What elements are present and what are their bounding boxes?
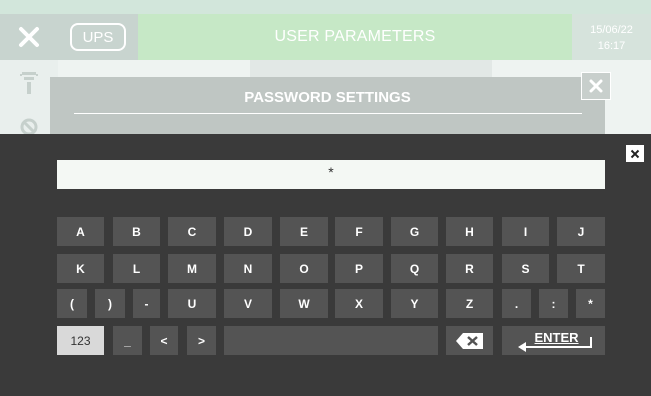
key-colon[interactable]: : (539, 289, 568, 318)
key-x[interactable]: X (335, 289, 383, 318)
date-text: 15/06/22 (590, 24, 633, 36)
key-left[interactable]: < (150, 326, 178, 355)
key-z[interactable]: Z (446, 289, 493, 318)
key-g[interactable]: G (391, 217, 438, 246)
key-u[interactable]: U (168, 289, 216, 318)
key-v[interactable]: V (224, 289, 272, 318)
enter-arrow-icon (517, 336, 592, 352)
key-dot[interactable]: . (502, 289, 531, 318)
app-window: UPS USER PARAMETERS 15/06/22 16:17 PASSW… (0, 0, 651, 396)
key-w[interactable]: W (280, 289, 328, 318)
key-d[interactable]: D (224, 217, 272, 246)
key-a[interactable]: A (57, 217, 104, 246)
key-f[interactable]: F (335, 217, 383, 246)
key-j[interactable]: J (557, 217, 605, 246)
time-text: 16:17 (597, 40, 626, 52)
key-o[interactable]: O (280, 254, 328, 283)
key-t[interactable]: T (557, 254, 605, 283)
key-c[interactable]: C (168, 217, 216, 246)
keyboard-close-button[interactable] (626, 145, 644, 162)
key-space[interactable] (224, 326, 438, 355)
key-p[interactable]: P (335, 254, 383, 283)
key-b[interactable]: B (113, 217, 160, 246)
key-l[interactable]: L (113, 254, 160, 283)
key-backspace[interactable] (446, 326, 493, 355)
page-title: USER PARAMETERS (138, 14, 572, 60)
key-q[interactable]: Q (391, 254, 438, 283)
dialog-close-button[interactable] (581, 72, 611, 100)
dialog-title: PASSWORD SETTINGS (244, 89, 411, 106)
ups-button[interactable]: UPS (70, 23, 126, 51)
close-button[interactable] (0, 14, 58, 60)
key-n[interactable]: N (224, 254, 272, 283)
enter-label: ENTER (517, 330, 592, 352)
key-open-paren[interactable]: ( (57, 289, 87, 318)
key-dash[interactable]: - (133, 289, 160, 318)
key-i[interactable]: I (502, 217, 549, 246)
key-right[interactable]: > (187, 326, 216, 355)
key-r[interactable]: R (446, 254, 493, 283)
password-input[interactable]: * (57, 160, 605, 189)
dialog-divider (74, 113, 582, 114)
clock: 15/06/22 16:17 (572, 14, 651, 60)
close-x-icon (19, 27, 39, 47)
ups-cell: UPS (58, 14, 138, 60)
key-m[interactable]: M (168, 254, 216, 283)
key-k[interactable]: K (57, 254, 104, 283)
key-enter[interactable]: ENTER (502, 326, 605, 355)
backspace-icon (455, 332, 483, 349)
key-123-mode[interactable]: 123 (57, 326, 104, 355)
close-x-icon (589, 79, 603, 93)
key-h[interactable]: H (446, 217, 493, 246)
key-s[interactable]: S (502, 254, 549, 283)
password-dialog: PASSWORD SETTINGS (50, 77, 605, 140)
close-x-icon (630, 149, 640, 158)
key-underscore[interactable]: _ (113, 326, 142, 355)
key-asterisk[interactable]: * (576, 289, 605, 318)
key-close-paren[interactable]: ) (95, 289, 125, 318)
key-e[interactable]: E (280, 217, 328, 246)
filter-icon[interactable] (20, 70, 38, 96)
key-y[interactable]: Y (391, 289, 438, 318)
